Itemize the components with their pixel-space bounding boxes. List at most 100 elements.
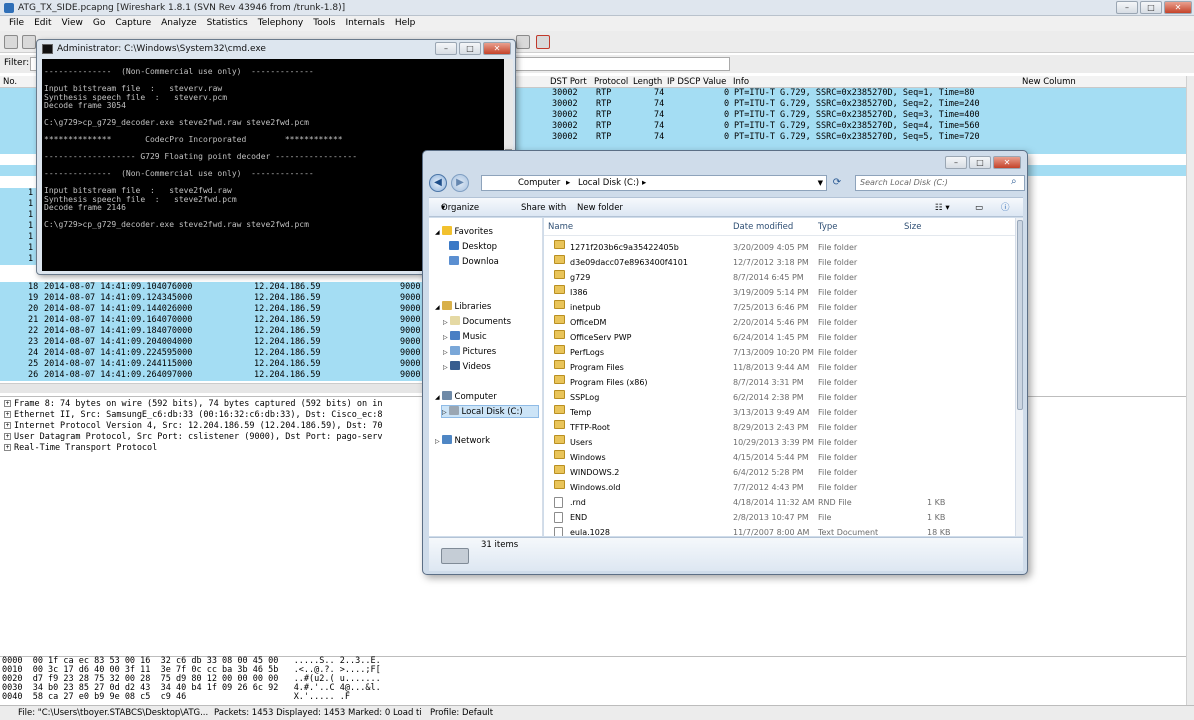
col-ip-dscp[interactable]: IP DSCP Value	[667, 76, 726, 88]
breadcrumb-computer[interactable]: Computer	[518, 176, 560, 190]
list-item[interactable]: Users 10/29/2013 3:39 PM File folder	[544, 435, 1015, 450]
tree-item-rtp[interactable]: + Real-Time Transport Protocol	[4, 443, 422, 454]
nav-music[interactable]: ▷ Music	[443, 331, 487, 344]
table-row[interactable]: 25 2014-08-07 14:41:09.244115000 12.204.18…	[0, 359, 430, 370]
menu-analyze[interactable]: Analyze	[156, 16, 201, 31]
expand-icon[interactable]: +	[4, 400, 11, 407]
col-size[interactable]: Size	[904, 218, 921, 236]
col-date-modified[interactable]: Date modified	[733, 218, 793, 236]
view-options-icon[interactable]: ☷ ▾	[935, 198, 950, 218]
close-button[interactable]: ✕	[483, 42, 511, 55]
organize-button[interactable]: Organize ▾	[441, 198, 479, 218]
help-icon[interactable]: ⓘ	[1001, 198, 1010, 218]
list-item[interactable]: I386 3/19/2009 5:14 PM File folder	[544, 285, 1015, 300]
tree-item-frame[interactable]: + Frame 8: 74 bytes on wire (592 bits), 7…	[4, 399, 422, 410]
nav-documents[interactable]: ▷ Documents	[443, 316, 511, 329]
list-item[interactable]: Temp 3/13/2013 9:49 AM File folder	[544, 405, 1015, 420]
list-item[interactable]: Windows.old 7/7/2012 4:43 PM File folder	[544, 480, 1015, 495]
table-row[interactable]: 1	[0, 210, 36, 221]
menu-tools[interactable]: Tools	[308, 16, 340, 31]
col-info[interactable]: Info	[733, 76, 749, 88]
table-row[interactable]: 20 2014-08-07 14:41:09.144026000 12.204.18…	[0, 304, 430, 315]
list-item[interactable]: Windows 4/15/2014 5:44 PM File folder	[544, 450, 1015, 465]
expand-icon[interactable]: +	[4, 444, 11, 451]
main-vscroll[interactable]	[1186, 76, 1194, 705]
packet-list-hscroll[interactable]	[0, 383, 430, 393]
tree-item-ipv4[interactable]: + Internet Protocol Version 4, Src: 12.20…	[4, 421, 422, 432]
table-row[interactable]: 22 2014-08-07 14:41:09.184070000 12.204.18…	[0, 326, 430, 337]
menu-internals[interactable]: Internals	[340, 16, 389, 31]
menu-go[interactable]: Go	[88, 16, 110, 31]
nav-desktop[interactable]: Desktop	[449, 241, 497, 254]
table-row[interactable]: 26 2014-08-07 14:41:09.264097000 12.204.18…	[0, 370, 430, 381]
table-row[interactable]: 1	[0, 254, 36, 265]
list-item[interactable]: g729 8/7/2014 6:45 PM File folder	[544, 270, 1015, 285]
maximize-button[interactable]: □	[969, 156, 991, 169]
table-row[interactable]: 24 2014-08-07 14:41:09.224595000 12.204.18…	[0, 348, 430, 359]
nav-favorites[interactable]: ◢ Favorites	[435, 226, 493, 239]
list-item[interactable]: OfficeServ PWP 6/24/2014 1:45 PM File fold…	[544, 330, 1015, 345]
interfaces-icon[interactable]	[4, 35, 18, 49]
col-no[interactable]: No.	[3, 76, 17, 88]
tree-item-udp[interactable]: + User Datagram Protocol, Src Port: cslis…	[4, 432, 422, 443]
breadcrumb-chevron-icon[interactable]: ▸	[642, 176, 646, 190]
col-name[interactable]: Name	[548, 218, 728, 236]
col-length[interactable]: Length	[633, 76, 662, 88]
toolbar-extra-icon[interactable]	[516, 35, 530, 49]
menu-view[interactable]: View	[57, 16, 88, 31]
list-item[interactable]: Program Files 11/8/2013 9:44 AM File folde…	[544, 360, 1015, 375]
maximize-button[interactable]: □	[459, 42, 481, 55]
list-item[interactable]: d3e09dacc07e8963400f4101 12/7/2012 3:18 P…	[544, 255, 1015, 270]
col-protocol[interactable]: Protocol	[594, 76, 628, 88]
table-row[interactable]: 19 2014-08-07 14:41:09.124345000 12.204.18…	[0, 293, 430, 304]
close-button[interactable]: ✕	[1164, 1, 1192, 14]
preview-pane-icon[interactable]: ▭	[975, 198, 983, 218]
table-row[interactable]: 1	[0, 243, 36, 254]
status-profile[interactable]: Profile: Default	[430, 706, 493, 720]
nav-pictures[interactable]: ▷ Pictures	[443, 346, 496, 359]
nav-network[interactable]: ▷ Network	[435, 435, 490, 448]
minimize-button[interactable]: –	[945, 156, 967, 169]
table-row[interactable]: 1	[0, 188, 36, 199]
nav-local-disk[interactable]: ▷ Local Disk (C:)	[441, 405, 539, 418]
list-item[interactable]: eula.1028 11/7/2007 8:00 AM Text Document 1…	[544, 525, 1015, 536]
chevron-down-icon[interactable]: ▼	[818, 176, 823, 190]
nav-libraries[interactable]: ◢ Libraries	[435, 301, 491, 314]
search-input[interactable]: Search Local Disk (C:)	[855, 175, 1025, 191]
menu-edit[interactable]: Edit	[29, 16, 56, 31]
menu-statistics[interactable]: Statistics	[202, 16, 253, 31]
scroll-thumb[interactable]	[1017, 220, 1023, 410]
table-row[interactable]: 1	[0, 199, 36, 210]
col-new-column[interactable]: New Column	[1022, 76, 1076, 88]
table-row[interactable]: 18 2014-08-07 14:41:09.104076000 12.204.18…	[0, 282, 430, 293]
nav-videos[interactable]: ▷ Videos	[443, 361, 491, 374]
back-arrow-icon[interactable]: ◀	[429, 174, 447, 192]
list-item[interactable]: TFTP-Root 8/29/2013 2:43 PM File folder	[544, 420, 1015, 435]
table-row[interactable]: 1	[0, 232, 36, 243]
close-button[interactable]: ✕	[993, 156, 1021, 169]
nav-downloads[interactable]: Downloa	[449, 256, 499, 269]
menu-telephony[interactable]: Telephony	[253, 16, 309, 31]
search-icon[interactable]: ⌕	[1011, 176, 1017, 187]
file-list-scrollbar[interactable]	[1015, 218, 1023, 536]
col-dst-port[interactable]: DST Port	[550, 76, 587, 88]
list-item[interactable]: .rnd 4/18/2014 11:32 AM RND File 1 KB	[544, 495, 1015, 510]
list-item[interactable]: WINDOWS.2 6/4/2012 5:28 PM File folder	[544, 465, 1015, 480]
list-item[interactable]: END 2/8/2013 10:47 PM File 1 KB	[544, 510, 1015, 525]
col-type[interactable]: Type	[818, 218, 838, 236]
capture-filters-icon[interactable]	[536, 35, 550, 49]
menu-help[interactable]: Help	[390, 16, 421, 31]
refresh-icon[interactable]: ⟳	[829, 175, 845, 191]
expand-icon[interactable]: +	[4, 433, 11, 440]
menu-file[interactable]: File	[4, 16, 29, 31]
expand-icon[interactable]: +	[4, 411, 11, 418]
address-bar[interactable]: Computer ▸ Local Disk (C:) ▸ ▼	[481, 175, 827, 191]
tree-item-ethernet[interactable]: + Ethernet II, Src: SamsungE_c6:db:33 (00…	[4, 410, 422, 421]
table-row[interactable]: 23 2014-08-07 14:41:09.204004000 12.204.18…	[0, 337, 430, 348]
breadcrumb-local-disk[interactable]: Local Disk (C:)	[578, 176, 639, 190]
breadcrumb-chevron-icon[interactable]: ▸	[566, 176, 570, 190]
maximize-button[interactable]: □	[1140, 1, 1162, 14]
table-row[interactable]: 21 2014-08-07 14:41:09.164070000 12.204.18…	[0, 315, 430, 326]
list-item[interactable]: 1271f203b6c9a35422405b 3/20/2009 4:05 PM F…	[544, 240, 1015, 255]
expand-icon[interactable]: +	[4, 422, 11, 429]
